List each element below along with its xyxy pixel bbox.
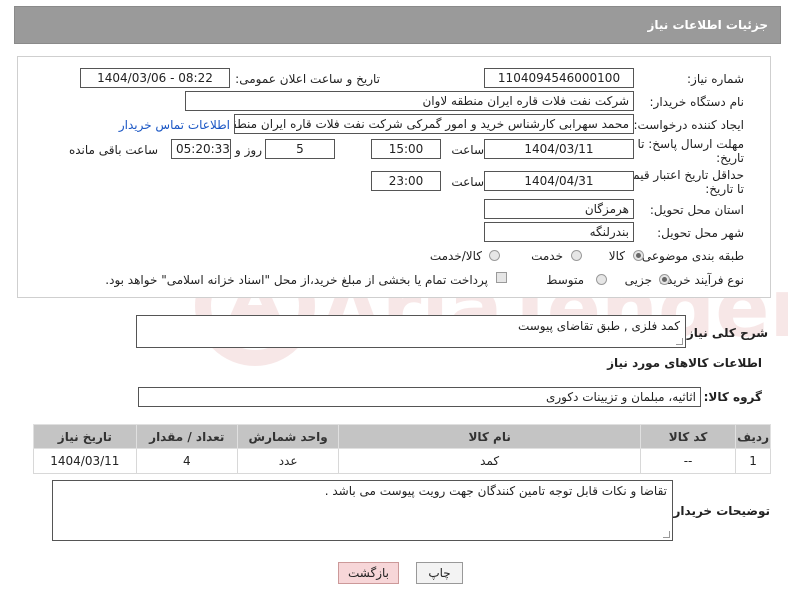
col-row: ردیف (735, 424, 771, 449)
col-name: نام کالا (338, 424, 641, 449)
buyer-notes-text: تقاضا و نکات قابل توجه تامین کنندگان جهت… (324, 484, 667, 498)
category-radio-service[interactable] (571, 250, 582, 261)
print-button[interactable]: چاپ (416, 562, 463, 584)
province-field[interactable]: هرمزگان (484, 199, 634, 219)
creator-field[interactable]: محمد سهرابی کارشناس خرید و امور گمرکی شر… (234, 114, 634, 134)
days-remaining-field[interactable]: 5 (265, 139, 335, 159)
need-number-field[interactable]: 1104094546000100 (484, 68, 634, 88)
process-radio-medium[interactable] (596, 274, 607, 285)
reply-time-field[interactable]: 15:00 (371, 139, 441, 159)
goods-table-header: ردیف کد کالا نام کالا واحد شمارش تعداد /… (33, 424, 771, 449)
need-number-label: شماره نیاز: (687, 72, 744, 86)
treasury-payment-checkbox[interactable] (496, 272, 507, 283)
col-date: تاریخ نیاز (33, 424, 137, 449)
process-option-medium: متوسط (546, 273, 584, 287)
creator-label: ایجاد کننده درخواست: (633, 118, 744, 132)
reply-deadline-label: مهلت ارسال پاسخ: تا (637, 137, 744, 151)
need-description-label: شرح کلی نیاز: (682, 326, 768, 340)
cell-row: 1 (735, 448, 771, 474)
buyer-org-label: نام دستگاه خریدار: (649, 95, 745, 109)
announce-date-field[interactable]: 1404/03/06 - 08:22 (80, 68, 230, 88)
price-validity-label: حداقل تاریخ اعتبار قیمت: (617, 168, 744, 182)
category-option-goods-service: کالا/خدمت (429, 249, 482, 263)
reply-date-field[interactable]: 1404/03/11 (484, 139, 634, 159)
days-label: روز و (235, 143, 262, 157)
cell-qty: 4 (135, 448, 238, 474)
need-description-field[interactable]: کمد فلزی , طبق تقاضای پیوست (136, 315, 686, 348)
buyer-notes-field[interactable]: تقاضا و نکات قابل توجه تامین کنندگان جهت… (52, 480, 673, 541)
cell-unit: عدد (236, 448, 340, 474)
category-radio-goods[interactable] (633, 250, 644, 261)
process-radio-minor[interactable] (659, 274, 670, 285)
remaining-time-label: ساعت باقی مانده (68, 143, 158, 157)
province-label: استان محل تحویل: (649, 203, 744, 217)
category-radio-goods-service[interactable] (489, 250, 500, 261)
category-option-goods: کالا (608, 249, 625, 263)
cell-date: 1404/03/11 (33, 448, 137, 474)
category-label: طبقه بندی موضوعی: (637, 249, 744, 263)
process-option-minor: جزیی (624, 273, 652, 287)
treasury-payment-text: پرداخت تمام یا بخشی از مبلغ خرید،از محل … (105, 273, 488, 287)
process-type-label: نوع فرآیند خرید : (659, 273, 744, 287)
buyer-notes-label: توضیحات خریدار: (668, 504, 770, 518)
cell-name: کمد (338, 448, 641, 474)
reply-deadline-label-2: تاریخ: (716, 151, 744, 165)
table-row: 1 -- کمد عدد 4 1404/03/11 (33, 448, 771, 474)
validity-date-field[interactable]: 1404/04/31 (484, 171, 634, 191)
city-label: شهر محل تحویل: (657, 226, 744, 240)
goods-group-field[interactable]: اثاثیه، مبلمان و تزیینات دکوری (138, 387, 701, 407)
reply-time-label: ساعت (451, 143, 484, 157)
page-header: جزئیات اطلاعات نیاز (14, 6, 781, 44)
validity-time-label: ساعت (451, 175, 484, 189)
col-code: کد کالا (639, 424, 737, 449)
cell-code: -- (639, 448, 737, 474)
announce-date-label: تاریخ و ساعت اعلان عمومی: (235, 72, 380, 86)
resize-grip-icon[interactable] (676, 338, 683, 345)
goods-group-label: گروه کالا: (703, 390, 762, 404)
validity-time-field[interactable]: 23:00 (371, 171, 441, 191)
back-button[interactable]: بازگشت (338, 562, 399, 584)
need-description-text: کمد فلزی , طبق تقاضای پیوست (517, 319, 680, 333)
goods-table: ردیف کد کالا نام کالا واحد شمارش تعداد /… (33, 424, 771, 474)
col-qty: تعداد / مقدار (135, 424, 238, 449)
price-validity-label-2: تا تاریخ: (705, 182, 744, 196)
col-unit: واحد شمارش (236, 424, 340, 449)
resize-grip-icon[interactable] (663, 531, 670, 538)
page-title: جزئیات اطلاعات نیاز (647, 18, 768, 32)
buyer-org-field[interactable]: شرکت نفت فلات قاره ایران منطقه لاوان (185, 91, 634, 111)
category-option-service: خدمت (531, 249, 563, 263)
buyer-contact-link[interactable]: اطلاعات تماس خریدار (119, 118, 230, 132)
city-field[interactable]: بندرلنگه (484, 222, 634, 242)
remaining-time-field[interactable]: 05:20:33 (171, 139, 231, 159)
goods-section-title: اطلاعات کالاهای مورد نیاز (607, 356, 762, 370)
